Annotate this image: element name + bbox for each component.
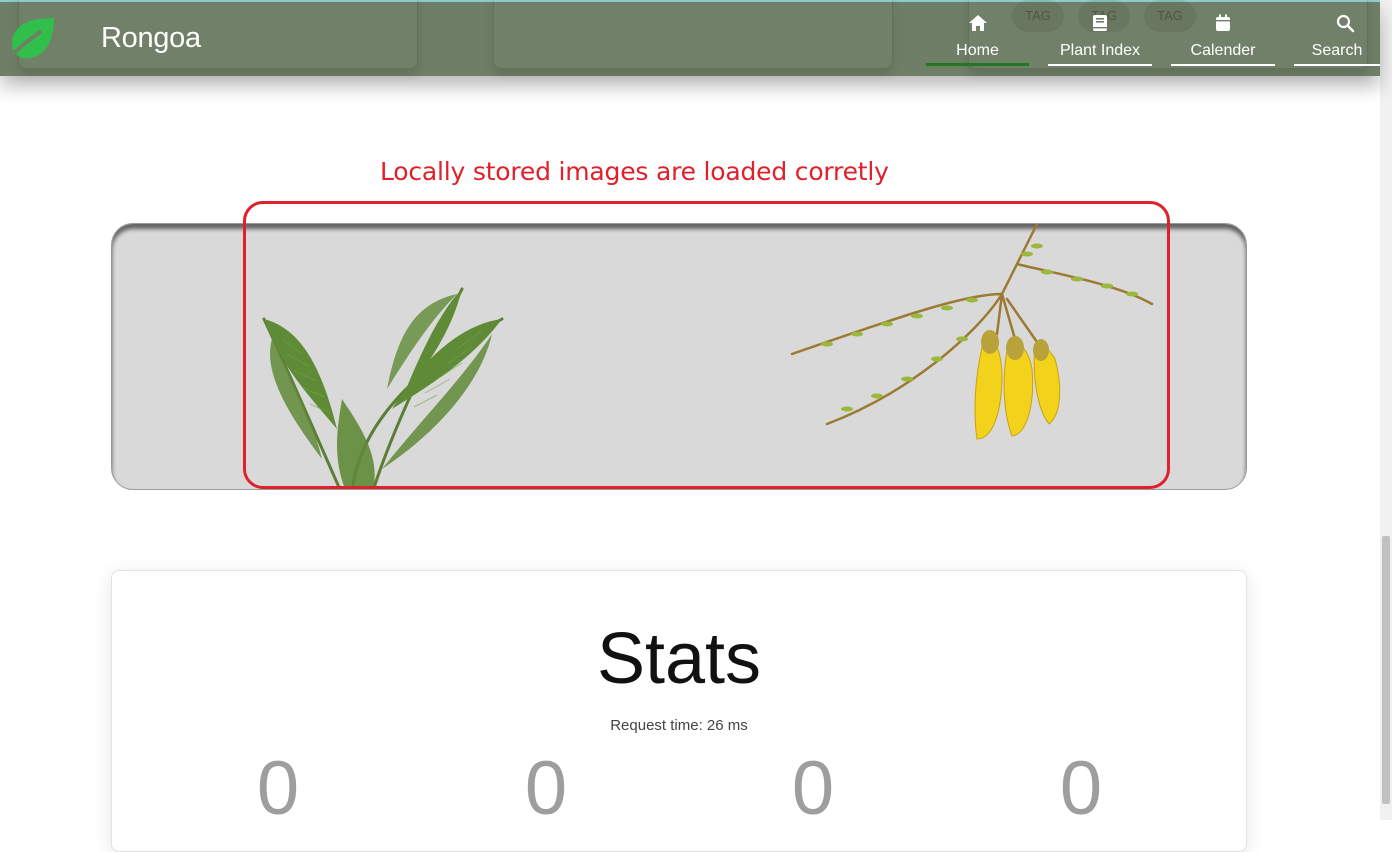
page-scrollbar[interactable] [1380,0,1392,820]
request-time: Request time: 26 ms [610,717,748,734]
search-icon [1336,14,1355,33]
brand-title[interactable]: Rongoa [101,22,201,55]
fern-image [262,287,504,489]
plant-image-banner [111,223,1247,490]
leaf-logo-icon[interactable] [4,16,56,64]
stat-value: 0 [791,746,835,831]
nav-plant-index-label: Plant Index [1059,42,1141,59]
stats-title: Stats [596,619,762,699]
nav-underline [1171,64,1275,66]
nav-underline [1048,64,1152,66]
nav-plant-index[interactable]: Plant Index [1048,2,1152,66]
stat-value: 0 [1059,746,1103,831]
nav-underline [1294,64,1380,66]
nav-calender[interactable]: Calender [1171,2,1275,66]
top-navbar: TAG TAG TAG Rongoa Home Plant Index C [0,0,1380,76]
scrollbar-thumb[interactable] [1382,536,1390,804]
stat-value: 0 [256,746,300,831]
stat-value: 0 [524,746,568,831]
nav-search-label: Search [1311,42,1363,59]
ghost-card [18,0,418,69]
stats-card: Stats Request time: 26 ms 0 0 0 0 [111,570,1247,852]
nav-home-label: Home [956,42,999,59]
book-icon [1093,15,1107,31]
ghost-card [493,0,893,69]
home-icon [969,15,987,31]
nav-home[interactable]: Home [926,2,1029,66]
nav-search[interactable]: Search [1294,2,1380,66]
active-underline [926,63,1029,66]
calendar-icon [1216,14,1230,31]
nav-calender-label: Calender [1190,42,1256,59]
annotation-text: Locally stored images are loaded corretl… [380,157,889,186]
kowhai-flower-image [790,224,1154,440]
